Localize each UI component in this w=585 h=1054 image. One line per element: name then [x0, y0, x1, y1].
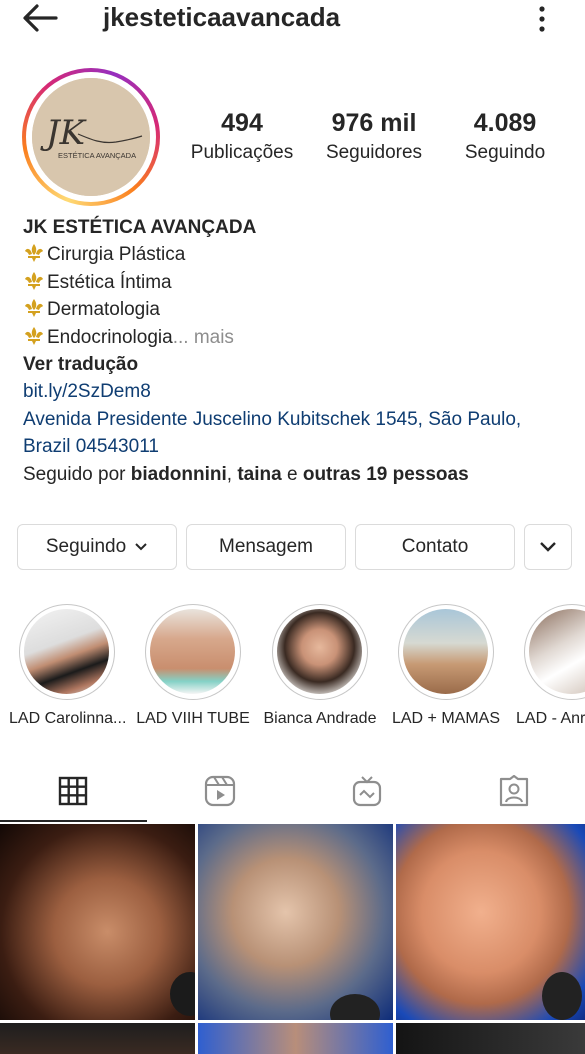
- followed-by[interactable]: Seguido por biadonnini, taina e outras 1…: [23, 461, 583, 488]
- translate-link[interactable]: Ver tradução: [23, 351, 583, 378]
- post-grid: [0, 824, 585, 1054]
- fleur-de-lis-icon: [25, 271, 43, 290]
- bio-line-text: Estética Íntima: [47, 271, 172, 293]
- bio-line-text: Cirurgia Plástica: [47, 244, 186, 266]
- stat-posts[interactable]: 494 Publicações: [172, 108, 312, 168]
- bio-more-link[interactable]: ... mais: [173, 327, 234, 348]
- post-thumbnail[interactable]: [198, 824, 393, 1020]
- stat-following[interactable]: 4.089 Seguindo: [435, 108, 575, 168]
- top-bar: jkesteticaavancada: [0, 0, 585, 40]
- message-button[interactable]: Mensagem: [186, 524, 346, 570]
- followed-user[interactable]: biadonnini: [131, 464, 227, 485]
- story-highlight[interactable]: LAD VIIH TUBE: [135, 604, 251, 728]
- bio-line-text: Endocrinologia: [47, 326, 173, 348]
- chevron-down-icon: [135, 543, 147, 551]
- followed-others[interactable]: outras 19 pessoas: [303, 464, 469, 485]
- story-highlight[interactable]: Bianca Andrade: [262, 604, 378, 728]
- highlight-label: Bianca Andrade: [263, 710, 377, 727]
- contact-button[interactable]: Contato: [355, 524, 515, 570]
- active-tab-indicator: [0, 820, 147, 822]
- address-line-2[interactable]: Brazil 04543011: [23, 433, 583, 460]
- followed-user[interactable]: taina: [237, 464, 281, 485]
- more-vertical-icon[interactable]: [530, 4, 554, 34]
- profile-name: JK ESTÉTICA AVANÇADA: [23, 217, 257, 238]
- story-highlight[interactable]: LAD Carolinna...: [9, 604, 127, 728]
- address-line-1[interactable]: Avenida Presidente Juscelino Kubitschek …: [23, 406, 583, 433]
- profile-username: jkesteticaavancada: [103, 2, 341, 32]
- post-thumbnail[interactable]: [0, 824, 195, 1020]
- stat-posts-label: Publicações: [190, 142, 294, 163]
- fleur-de-lis-icon: [25, 244, 43, 263]
- following-button[interactable]: Seguindo: [17, 524, 177, 570]
- reels-icon: [204, 775, 236, 807]
- highlight-cover-image: [529, 609, 585, 694]
- profile-tabs: [0, 760, 585, 822]
- stat-followers-label: Seguidores: [325, 142, 423, 163]
- arrow-left-icon[interactable]: [20, 2, 60, 34]
- profile-bio: JK ESTÉTICA AVANÇADA Cirurgia Plástica E…: [23, 214, 583, 488]
- bio-line: Cirurgia Plástica: [23, 241, 583, 268]
- stat-following-value: 4.089: [473, 109, 537, 137]
- website-link[interactable]: bit.ly/2SzDem8: [23, 378, 583, 405]
- grid-icon: [58, 776, 88, 806]
- message-button-label: Mensagem: [219, 536, 313, 557]
- avatar-logo-image: JK ESTÉTICA AVANÇADA: [32, 78, 150, 196]
- post-thumbnail[interactable]: [396, 824, 585, 1020]
- bio-line-text: Dermatologia: [47, 299, 160, 321]
- story-highlight[interactable]: LAD + MAMAS: [388, 604, 504, 728]
- chevron-down-icon: [540, 542, 556, 552]
- story-highlight[interactable]: LAD - Anr: [514, 604, 585, 728]
- stat-followers-value: 976 mil: [331, 109, 417, 137]
- stat-following-label: Seguindo: [464, 142, 546, 163]
- highlight-cover-image: [150, 609, 235, 694]
- stat-followers[interactable]: 976 mil Seguidores: [304, 108, 444, 168]
- tab-igtv[interactable]: [294, 760, 440, 822]
- highlight-label: LAD - Anr: [516, 710, 585, 727]
- igtv-icon: [352, 776, 382, 807]
- highlight-cover-image: [24, 609, 109, 694]
- highlight-cover-image: [277, 609, 362, 694]
- followed-and: e: [281, 463, 303, 485]
- avatar[interactable]: JK ESTÉTICA AVANÇADA: [22, 68, 160, 206]
- fleur-de-lis-icon: [25, 326, 43, 345]
- bio-line: Estética Íntima: [23, 269, 583, 296]
- following-button-label: Seguindo: [45, 536, 127, 557]
- tab-tagged[interactable]: [441, 760, 585, 822]
- post-thumbnail[interactable]: [396, 1023, 585, 1054]
- contact-button-label: Contato: [401, 536, 469, 557]
- tab-posts[interactable]: [0, 760, 147, 822]
- followed-separator: ,: [226, 463, 238, 485]
- highlight-label: LAD VIIH TUBE: [136, 710, 250, 727]
- fleur-de-lis-icon: [25, 299, 43, 318]
- bio-line: Dermatologia: [23, 296, 583, 323]
- tagged-icon: [499, 775, 529, 807]
- bio-line: Endocrinologia... mais: [23, 324, 583, 351]
- suggestions-dropdown-button[interactable]: [524, 524, 572, 570]
- highlight-cover-image: [403, 609, 488, 694]
- svg-text:JK: JK: [40, 113, 88, 153]
- highlight-label: LAD + MAMAS: [391, 710, 501, 727]
- post-thumbnail[interactable]: [198, 1023, 393, 1054]
- followed-prefix: Seguido por: [23, 463, 131, 485]
- post-thumbnail[interactable]: [0, 1023, 195, 1054]
- tab-reels[interactable]: [147, 760, 293, 822]
- svg-text:ESTÉTICA AVANÇADA: ESTÉTICA AVANÇADA: [58, 151, 136, 160]
- stat-posts-value: 494: [221, 109, 263, 137]
- highlight-label: LAD Carolinna...: [9, 710, 127, 727]
